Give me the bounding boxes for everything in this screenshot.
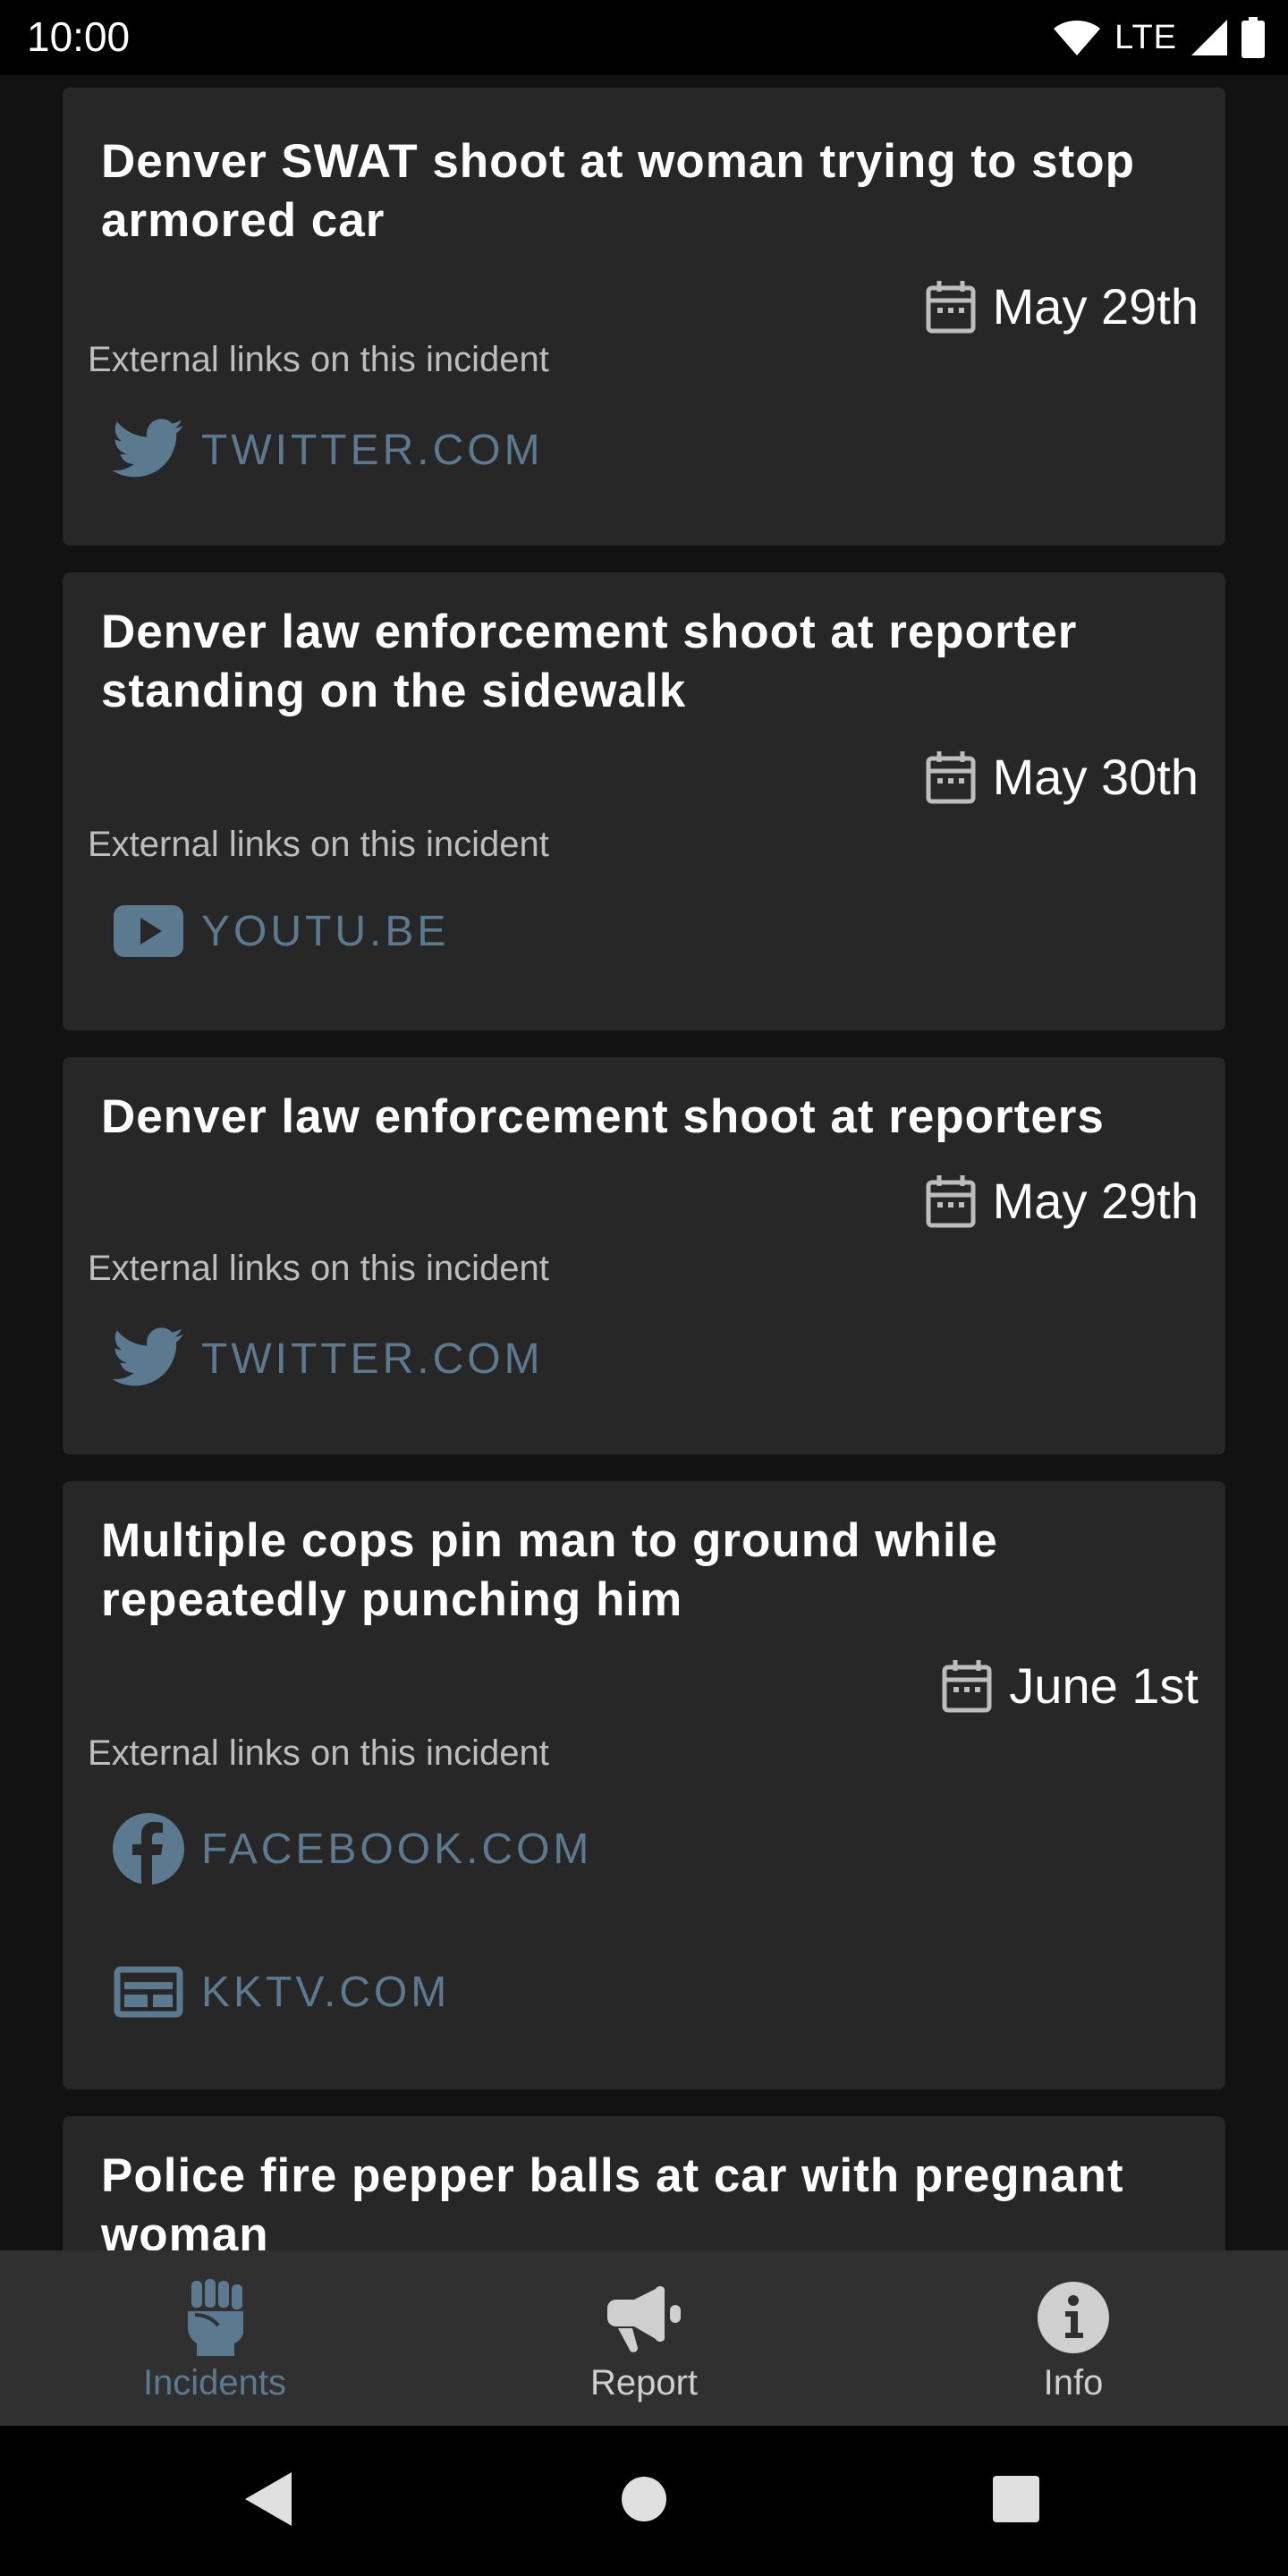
megaphone-icon (607, 2286, 681, 2352)
external-link[interactable]: TWITTER.COM (112, 419, 544, 481)
external-link[interactable]: FACEBOOK.COM (112, 1812, 592, 1885)
nav-incidents[interactable]: Incidents (0, 2250, 429, 2426)
incident-title: Denver law enforcement shoot at reporter… (101, 1090, 1105, 1143)
nav-report[interactable]: Report (429, 2250, 859, 2426)
info-icon (1038, 2282, 1109, 2353)
incident-card[interactable]: Police fire pepper balls at car with pre… (63, 2116, 1225, 2250)
network-type: LTE (1114, 18, 1177, 56)
twitter-icon (112, 419, 183, 478)
incident-card[interactable]: Denver law enforcement shoot at reporter… (63, 1057, 1225, 1454)
incident-feed[interactable]: Denver SWAT shoot at woman trying to sto… (0, 75, 1288, 2250)
external-link[interactable]: TWITTER.COM (112, 1327, 544, 1390)
link-text: KKTV.COM (201, 1968, 451, 2016)
youtube-icon (114, 905, 183, 957)
incident-title: Police fire pepper balls at car with pre… (101, 2149, 1124, 2250)
wifi-icon (1054, 21, 1101, 55)
nav-label: Report (589, 2363, 699, 2402)
status-icons: LTE (1052, 16, 1265, 59)
calendar-icon (926, 750, 976, 803)
date-text: June 1st (1009, 1657, 1199, 1714)
news-icon (114, 1966, 183, 2018)
incident-title: Denver SWAT shoot at woman trying to sto… (101, 135, 1136, 247)
fist-icon (188, 2279, 243, 2356)
incident-date: June 1st (941, 1657, 1199, 1715)
link-text: TWITTER.COM (201, 426, 544, 474)
facebook-icon (113, 1813, 184, 1885)
external-links-label: External links on this incident (88, 1733, 549, 1773)
nav-info[interactable]: Info (859, 2250, 1288, 2426)
system-navigation-bar (0, 2426, 1288, 2576)
date-text: May 30th (992, 749, 1199, 805)
battery-icon (1241, 17, 1265, 58)
status-time: 10:00 (27, 13, 131, 60)
external-link[interactable]: YOUTU.BE (112, 903, 449, 959)
date-text: May 29th (992, 278, 1199, 335)
bottom-navigation: Incidents Report Info (0, 2250, 1288, 2426)
incident-date: May 30th (925, 748, 1199, 806)
external-links-label: External links on this incident (88, 825, 549, 864)
incident-title: Multiple cops pin man to ground while re… (101, 1514, 998, 1626)
twitter-icon (112, 1327, 183, 1386)
external-links-label: External links on this incident (88, 340, 549, 379)
link-text: FACEBOOK.COM (201, 1825, 593, 1873)
incident-card[interactable]: Denver law enforcement shoot at reporter… (63, 572, 1225, 1030)
date-text: May 29th (992, 1173, 1199, 1229)
back-icon[interactable] (243, 2470, 293, 2528)
external-link[interactable]: KKTV.COM (112, 1964, 450, 2020)
home-icon[interactable] (621, 2470, 667, 2528)
incident-date: May 29th (925, 277, 1199, 335)
nav-label: Incidents (142, 2363, 287, 2402)
status-bar: 10:00 LTE (0, 0, 1288, 75)
recents-icon[interactable] (991, 2470, 1041, 2528)
incident-card[interactable]: Denver SWAT shoot at woman trying to sto… (63, 88, 1225, 546)
incident-title: Denver law enforcement shoot at reporter… (101, 606, 1078, 717)
link-text: TWITTER.COM (201, 1335, 544, 1383)
calendar-icon (926, 1174, 976, 1227)
incident-card[interactable]: Multiple cops pin man to ground while re… (63, 1481, 1225, 2089)
nav-label: Info (1043, 2363, 1104, 2402)
calendar-icon (926, 280, 976, 333)
link-text: YOUTU.BE (201, 907, 450, 955)
incident-date: May 29th (925, 1172, 1199, 1230)
signal-icon (1191, 20, 1227, 55)
calendar-icon (942, 1659, 992, 1712)
external-links-label: External links on this incident (88, 1249, 549, 1288)
